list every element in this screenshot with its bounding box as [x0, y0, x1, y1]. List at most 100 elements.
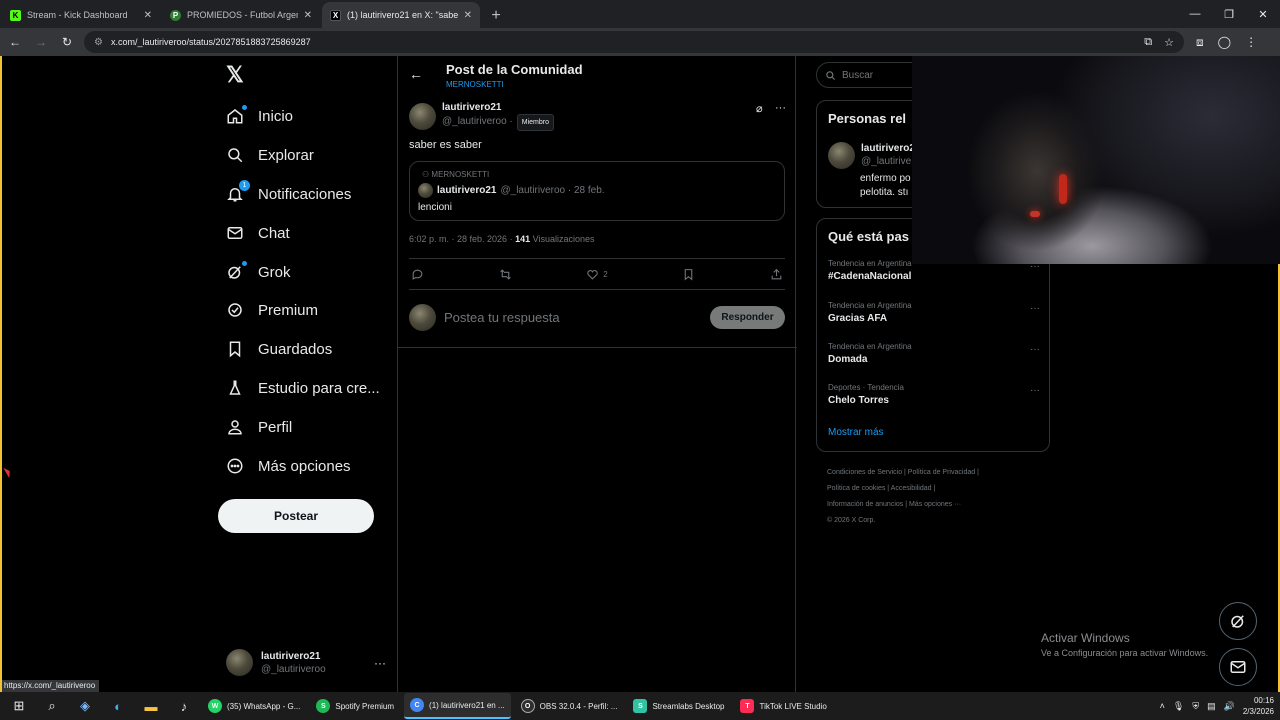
- browser-tab-kick[interactable]: K Stream - Kick Dashboard ✕: [2, 2, 160, 28]
- show-more-link[interactable]: Mostrar más: [828, 427, 884, 438]
- nav-item-grok[interactable]: Grok: [226, 259, 291, 285]
- spotify-icon: S: [316, 699, 331, 713]
- footer-links[interactable]: Información de anuncios | Más opciones ·…: [827, 497, 1057, 513]
- taskbar-app-tiktok-live[interactable]: T TikTok LIVE Studio: [734, 693, 832, 719]
- profile-icon[interactable]: ◯: [1218, 35, 1231, 50]
- nav-label: Notificaciones: [258, 185, 352, 203]
- more-dots-icon[interactable]: ···: [775, 102, 786, 114]
- extensions-icon[interactable]: ⧈: [1196, 35, 1204, 50]
- taskbar: ⊞ ⌕ ◈ ◐ ▬ ♪ W (35) WhatsApp - G... S Spo…: [0, 692, 1280, 720]
- messages-fab-button[interactable]: [1219, 648, 1257, 686]
- streamlabs-icon: S: [633, 699, 648, 713]
- author-handle[interactable]: @_lautiriveroo ·: [442, 116, 513, 127]
- microphone-icon[interactable]: 🎙: [1173, 701, 1184, 712]
- file-explorer-icon[interactable]: ▬: [137, 692, 165, 720]
- volume-icon[interactable]: 🔊: [1224, 701, 1235, 712]
- browser-tab-x[interactable]: X (1) lautirivero21 en X: "saber es ✕: [322, 2, 480, 28]
- address-bar[interactable]: ⚙ x.com/_lautiriveroo/status/20278518837…: [84, 31, 1184, 53]
- new-tab-button[interactable]: +: [484, 4, 508, 28]
- more-dots-icon[interactable]: ···: [1030, 385, 1040, 396]
- reload-icon[interactable]: ↻: [56, 31, 78, 53]
- person-icon: [226, 418, 244, 436]
- quoted-post[interactable]: ⚇ MERNOSKETTI lautirivero21 @_lautiriver…: [409, 161, 785, 221]
- browser-tab-bar: K Stream - Kick Dashboard ✕ P PROMIEDOS …: [0, 0, 1280, 28]
- forward-arrow-icon[interactable]: →: [30, 31, 52, 53]
- nav-item-notificaciones[interactable]: 1 Notificaciones: [226, 180, 352, 207]
- search-icon[interactable]: ⌕: [38, 692, 66, 720]
- community-link[interactable]: MERNOSKETTI: [446, 80, 504, 89]
- taskbar-app-obs[interactable]: O OBS 32.0.4 - Perfil: ...: [515, 693, 624, 719]
- nav-item-explorar[interactable]: Explorar: [226, 142, 314, 168]
- footer-links[interactable]: Condiciones de Servicio | Política de Pr…: [827, 465, 1057, 481]
- nav-item-chat[interactable]: Chat: [226, 220, 290, 246]
- install-app-icon[interactable]: ⧉: [1144, 36, 1152, 49]
- close-tab-icon[interactable]: ✕: [464, 10, 472, 21]
- post-actions: 2: [409, 258, 785, 290]
- trend-item[interactable]: Tendencia en Argentina Gracias AFA ···: [828, 301, 1040, 324]
- bell-icon: 1: [226, 180, 250, 203]
- trend-item[interactable]: Deportes · Tendencia Chelo Torres ···: [828, 383, 1040, 406]
- avatar[interactable]: [409, 102, 436, 130]
- reply-icon[interactable]: [411, 268, 424, 281]
- taskbar-app-spotify[interactable]: S Spotify Premium: [310, 693, 400, 719]
- more-dots-icon[interactable]: ···: [1030, 303, 1040, 314]
- widgets-icon[interactable]: ◈: [71, 692, 99, 720]
- more-dots-icon[interactable]: ···: [1030, 344, 1040, 355]
- shield-icon[interactable]: ⛨: [1192, 701, 1199, 712]
- close-tab-icon[interactable]: ✕: [304, 10, 312, 21]
- trends-title: Qué está pas: [828, 229, 909, 244]
- close-window-icon[interactable]: ✕: [1246, 0, 1280, 28]
- minimize-icon[interactable]: —: [1178, 0, 1212, 28]
- network-icon[interactable]: ▤: [1207, 701, 1216, 712]
- clock[interactable]: 00:16 2/3/2026: [1243, 695, 1274, 717]
- taskbar-app-chrome[interactable]: C (1) lautirivero21 en ...: [404, 693, 511, 719]
- account-handle: @_lautiriveroo: [261, 663, 326, 675]
- grok-icon[interactable]: ⌀: [756, 102, 763, 115]
- chevron-up-icon[interactable]: ˄: [1160, 701, 1165, 711]
- search-icon: [826, 70, 836, 80]
- nav-item-mas-opciones[interactable]: Más opciones: [226, 453, 351, 479]
- post-button[interactable]: Postear: [218, 499, 374, 533]
- footer-links[interactable]: Política de cookies | Accesibilidad |: [827, 481, 1057, 497]
- notification-badge: 1: [239, 180, 250, 191]
- more-dots-icon[interactable]: ···: [374, 656, 386, 670]
- back-arrow-icon[interactable]: ←: [4, 31, 26, 53]
- trend-item[interactable]: Tendencia en Argentina Domada ···: [828, 342, 1040, 365]
- repost-icon[interactable]: [499, 268, 512, 281]
- quote-author-meta: @_lautiriveroo · 28 feb.: [500, 185, 605, 196]
- browser-menu-icon[interactable]: ⋮: [1245, 35, 1257, 50]
- close-tab-icon[interactable]: ✕: [144, 10, 152, 21]
- flask-icon: [226, 379, 244, 397]
- restore-icon[interactable]: ❐: [1212, 0, 1246, 28]
- related-user[interactable]: lautirivero2 @_lautirive: [828, 142, 915, 169]
- x-favicon-icon: X: [330, 9, 341, 21]
- nav-item-inicio[interactable]: Inicio: [226, 103, 293, 129]
- reply-input[interactable]: Postea tu respuesta: [444, 310, 560, 325]
- quote-text: lencioni: [418, 202, 452, 213]
- reply-button[interactable]: Responder: [710, 306, 785, 329]
- post-header: ← Post de la Comunidad MERNOSKETTI: [398, 56, 797, 92]
- back-arrow-icon[interactable]: ←: [409, 66, 423, 82]
- share-icon[interactable]: [770, 268, 783, 281]
- bookmark-icon[interactable]: [682, 268, 695, 281]
- tiktok-icon[interactable]: ♪: [170, 692, 198, 720]
- taskbar-app-whatsapp[interactable]: W (35) WhatsApp - G...: [202, 693, 306, 719]
- nav-item-perfil[interactable]: Perfil: [226, 414, 292, 440]
- windows-start-icon[interactable]: ⊞: [5, 692, 33, 720]
- browser-tab-promiedos[interactable]: P PROMIEDOS - Futbol Argentino ✕: [162, 2, 320, 28]
- author-name[interactable]: lautirivero21: [442, 101, 554, 114]
- home-icon: [226, 104, 248, 125]
- nav-item-estudio[interactable]: Estudio para cre...: [226, 375, 380, 401]
- x-logo-icon[interactable]: 𝕏: [226, 64, 248, 86]
- nav-item-guardados[interactable]: Guardados: [226, 336, 332, 362]
- nav-item-premium[interactable]: Premium: [226, 297, 318, 323]
- taskbar-app-streamlabs[interactable]: S Streamlabs Desktop: [627, 693, 730, 719]
- site-info-icon[interactable]: ⚙: [94, 37, 103, 48]
- tab-title: PROMIEDOS - Futbol Argentino: [187, 10, 298, 20]
- account-switcher[interactable]: lautirivero21 @_lautiriveroo ···: [226, 649, 386, 676]
- grok-fab-button[interactable]: [1219, 602, 1257, 640]
- bookmark-star-icon[interactable]: ☆: [1164, 36, 1174, 49]
- edge-icon[interactable]: ◐: [104, 692, 132, 720]
- like-button[interactable]: 2: [586, 268, 608, 281]
- like-count: 2: [603, 269, 608, 279]
